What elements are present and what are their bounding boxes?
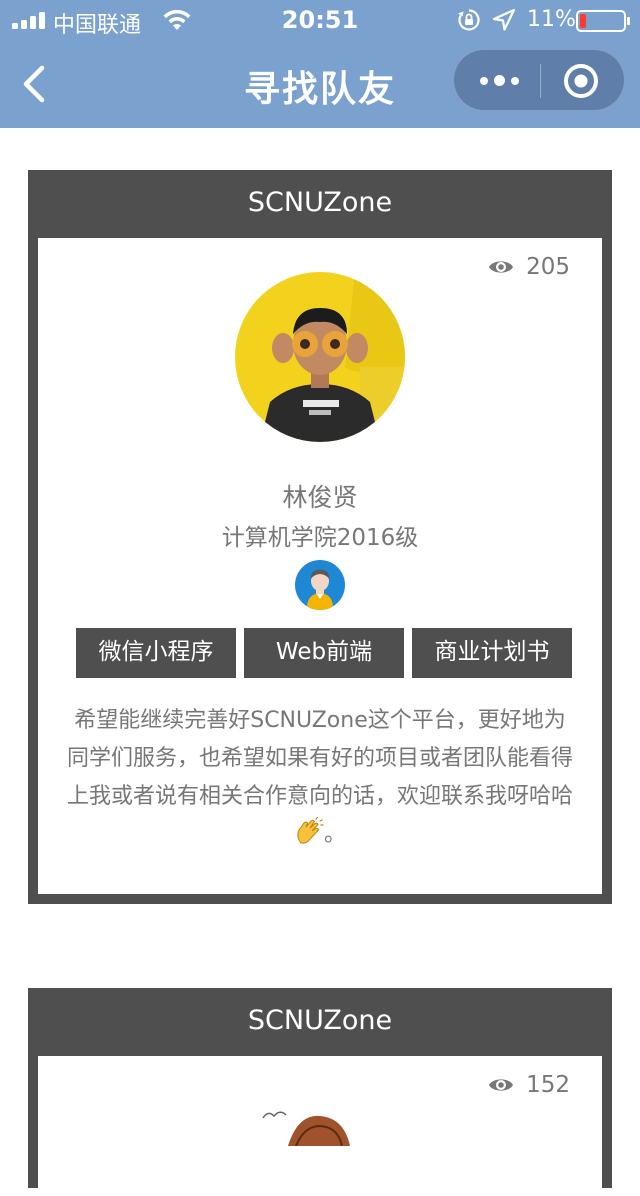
view-count-value: 152: [526, 1072, 570, 1098]
battery-icon: [576, 10, 630, 32]
card-header: SCNUZone: [247, 187, 393, 218]
self-introduction: 希望能继续完善好SCNUZone这个平台，更好地为同学们服务，也希望如果有好的项…: [66, 702, 574, 854]
skill-tags: 微信小程序 Web前端 商业计划书: [76, 628, 572, 678]
teammate-card[interactable]: SCNUZone 152: [28, 988, 612, 1196]
card-body: 205 林俊贤 计算机学院2016级 微信小程序 Web前端 商业计划书 希望能…: [38, 238, 602, 894]
intro-text: 希望能继续完善好SCNUZone这个平台，更好地为同学们服务，也希望如果有好的项…: [66, 708, 573, 809]
teammate-card[interactable]: SCNUZone 205 林俊贤 计算机学院2016级 微信小程序 Web前端 …: [28, 170, 612, 904]
card-body: 152: [38, 1056, 602, 1196]
more-button[interactable]: [472, 58, 528, 102]
miniprogram-capsule: [453, 49, 625, 111]
capsule-divider: [540, 64, 541, 98]
more-dots-icon: [511, 77, 519, 85]
more-dots-icon: [494, 75, 505, 86]
rotation-lock-icon: [458, 9, 480, 31]
clapping-hands-emoji: [297, 817, 324, 844]
skill-tag[interactable]: 微信小程序: [76, 628, 236, 678]
nav-bar: 寻找队友: [0, 40, 640, 128]
eye-icon: [489, 1079, 513, 1091]
eye-icon: [489, 261, 513, 273]
avatar[interactable]: [235, 272, 405, 442]
battery-percent: 11%: [527, 7, 576, 32]
skill-tag[interactable]: Web前端: [244, 628, 404, 678]
status-bar: 中国联通 20:51 11%: [0, 0, 640, 40]
miniprogram-close-icon: [564, 64, 598, 98]
view-count-value: 205: [526, 254, 570, 280]
user-college: 计算机学院2016级: [221, 525, 419, 551]
card-header: SCNUZone: [247, 1005, 393, 1036]
avatar-photo: [235, 272, 405, 442]
more-dots-icon: [480, 77, 488, 85]
user-name: 林俊贤: [282, 483, 358, 512]
avatar-drawing: [262, 1111, 350, 1146]
view-count: 205: [489, 252, 570, 282]
male-avatar-icon: [295, 560, 345, 610]
intro-end: 。: [323, 822, 346, 847]
view-count: 152: [489, 1070, 570, 1100]
skill-tag[interactable]: 商业计划书: [412, 628, 572, 678]
location-arrow-icon: [492, 9, 516, 31]
close-miniprogram-button[interactable]: [562, 62, 600, 100]
